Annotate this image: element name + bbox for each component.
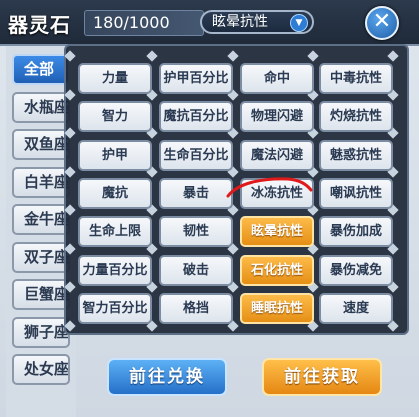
close-icon: ✕ [372, 9, 392, 34]
attribute-option[interactable]: 格挡 [159, 293, 233, 324]
attribute-option[interactable]: 魅惑抗性 [319, 140, 393, 171]
category-tab[interactable]: 白羊座 [12, 166, 70, 198]
attribute-option[interactable]: 眩晕抗性 [240, 216, 314, 247]
attribute-option[interactable]: 力量百分比 [78, 255, 152, 286]
attribute-option[interactable]: 命中 [240, 63, 314, 94]
attribute-option[interactable]: 嘲讽抗性 [319, 178, 393, 209]
attribute-option[interactable]: 智力 [78, 101, 152, 132]
attribute-option[interactable]: 破击 [159, 255, 233, 286]
attribute-option[interactable]: 暴伤减免 [319, 255, 393, 286]
attribute-option[interactable]: 物理闪避 [240, 101, 314, 132]
attribute-option[interactable]: 智力百分比 [78, 293, 152, 324]
attribute-option[interactable]: 冰冻抗性 [240, 178, 314, 209]
category-tab[interactable]: 全部 [12, 54, 70, 85]
attribute-option[interactable]: 中毒抗性 [319, 63, 393, 94]
go-exchange-button[interactable]: 前往兑换 [107, 358, 227, 396]
category-tab[interactable]: 水瓶座 [12, 91, 70, 123]
attribute-option[interactable]: 魔抗百分比 [159, 101, 233, 132]
attribute-option[interactable]: 速度 [319, 293, 393, 324]
stone-window: 器灵石 180/1000 眩晕抗性 ▼ ✕ 全部水瓶座双鱼座白羊座金牛座双子座巨… [0, 0, 419, 417]
attribute-option[interactable]: 生命百分比 [159, 140, 233, 171]
attribute-option[interactable]: 护甲百分比 [159, 63, 233, 94]
category-tab[interactable]: 狮子座 [12, 316, 70, 348]
category-tab[interactable]: 双子座 [12, 241, 70, 273]
attribute-option[interactable]: 韧性 [159, 216, 233, 247]
chevron-down-icon: ▼ [290, 14, 308, 32]
filter-selected-label: 眩晕抗性 [212, 14, 268, 30]
category-tab[interactable]: 双鱼座 [12, 129, 70, 160]
attribute-option[interactable]: 护甲 [78, 140, 152, 171]
attribute-option[interactable]: 魔法闪避 [240, 140, 314, 171]
go-obtain-button[interactable]: 前往获取 [262, 358, 382, 396]
attribute-option[interactable]: 暴击 [159, 178, 233, 209]
stone-count: 180/1000 [84, 10, 204, 36]
attribute-option[interactable]: 力量 [78, 63, 152, 94]
attribute-option[interactable]: 石化抗性 [240, 255, 314, 286]
attribute-option[interactable]: 生命上限 [78, 216, 152, 247]
attribute-option[interactable]: 暴伤加成 [319, 216, 393, 247]
attribute-filter-dropdown[interactable]: 眩晕抗性 ▼ [200, 10, 314, 34]
attribute-option[interactable]: 魔抗 [78, 178, 152, 209]
title-bar: 器灵石 180/1000 眩晕抗性 ▼ ✕ [0, 0, 419, 46]
category-tab[interactable]: 处女座 [12, 354, 70, 385]
window-title: 器灵石 [8, 13, 71, 37]
category-tab[interactable]: 巨蟹座 [12, 279, 70, 310]
attribute-option[interactable]: 睡眠抗性 [240, 293, 314, 324]
category-tab[interactable]: 金牛座 [12, 204, 70, 235]
attribute-option[interactable]: 灼烧抗性 [319, 101, 393, 132]
close-button[interactable]: ✕ [365, 6, 399, 40]
